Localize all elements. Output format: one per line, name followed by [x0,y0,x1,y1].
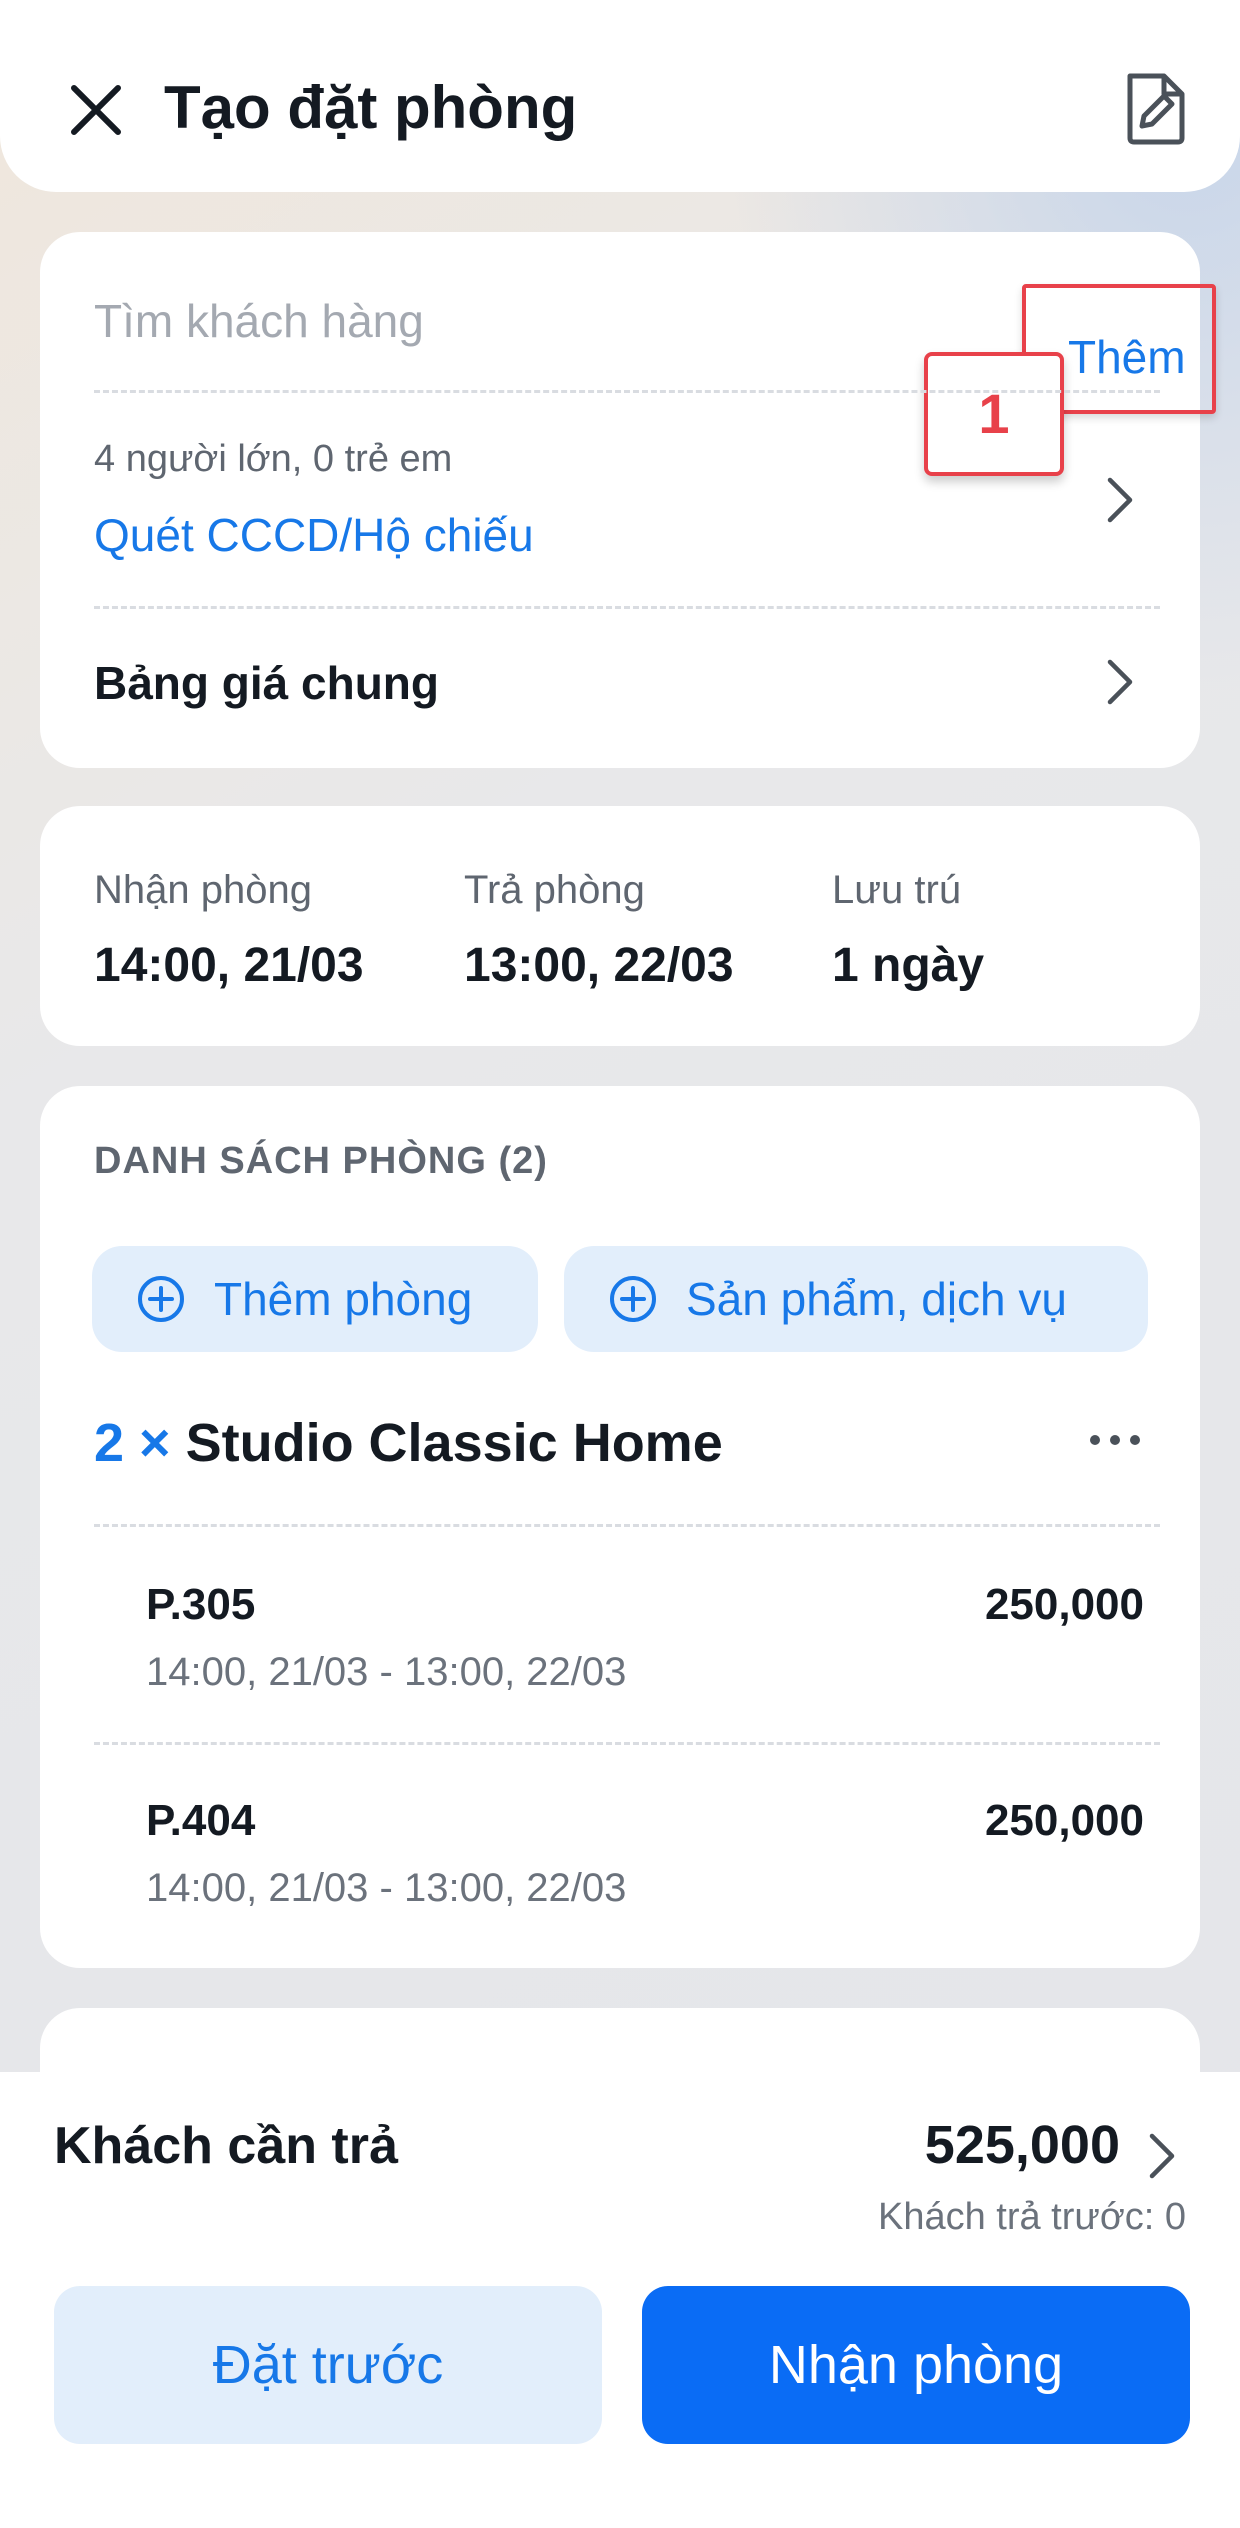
scan-id-link[interactable]: Quét CCCD/Hộ chiếu [94,508,534,562]
duration-block: Lưu trú 1 ngày [832,864,984,996]
plus-circle-icon [138,1276,184,1322]
room-item-price: 250,000 [984,1796,1144,1845]
stay-dates-card[interactable]: Nhận phòng 14:00, 21/03 Trả phòng 13:00,… [40,806,1200,1046]
divider [94,390,1160,393]
top-bar: Tạo đặt phòng [0,0,1240,192]
total-amount[interactable]: 525,000 [925,2114,1120,2176]
customer-search-input[interactable]: Tìm khách hàng [94,294,424,348]
page-title: Tạo đặt phòng [164,74,578,141]
edit-note-icon[interactable] [1120,70,1192,146]
guest-count: 4 người lớn, 0 trẻ em [94,438,453,480]
step-marker: 1 [924,352,1064,476]
checkin-label: Nhận phòng [94,868,312,912]
checkin-block: Nhận phòng 14:00, 21/03 [94,864,364,996]
add-customer-label: Thêm [1068,331,1186,383]
room-type-heading: 2 × Studio Classic Home [94,1412,723,1474]
checkout-value: 13:00, 22/03 [464,939,734,992]
section-title: DANH SÁCH PHÒNG (2) [94,1140,548,1182]
prepaid-amount: Khách trả trước: 0 [877,2196,1186,2238]
checkout-label: Trả phòng [464,868,645,912]
divider [94,1524,1160,1527]
room-list-card: DANH SÁCH PHÒNG (2) Thêm phòng Sản phẩm,… [40,1086,1200,1968]
room-item-price: 250,000 [984,1580,1144,1629]
customer-card: Tìm khách hàng Thêm 1 4 người lớn, 0 trẻ… [40,232,1216,768]
room-item-time: 14:00, 21/03 - 13:00, 22/03 [146,1650,627,1694]
room-item-name[interactable]: P.305 [146,1580,255,1630]
room-type-name: Studio Classic Home [185,1413,723,1473]
duration-value: 1 ngày [832,939,985,992]
more-options-icon[interactable] [1080,1420,1150,1460]
total-label: Khách cần trả [54,2117,398,2175]
close-icon[interactable] [60,74,132,146]
chevron-right-icon[interactable] [1142,2128,1182,2184]
plus-circle-icon [610,1276,656,1322]
room-type-quantity: 2 × [94,1413,171,1473]
checkin-value: 14:00, 21/03 [94,939,364,992]
checkout-footer: Khách cần trả 525,000 Khách trả trước: 0… [0,2072,1240,2528]
reserve-button[interactable]: Đặt trước [54,2286,602,2444]
price-list-selector[interactable]: Bảng giá chung [94,656,439,710]
add-room-button[interactable]: Thêm phòng [92,1246,538,1352]
room-item-time: 14:00, 21/03 - 13:00, 22/03 [146,1866,627,1910]
room-item-name[interactable]: P.404 [146,1796,255,1846]
checkin-button[interactable]: Nhận phòng [642,2286,1190,2444]
add-service-button[interactable]: Sản phẩm, dịch vụ [564,1246,1148,1352]
add-service-label: Sản phẩm, dịch vụ [686,1273,1068,1325]
duration-label: Lưu trú [832,868,962,912]
chevron-right-icon[interactable] [1100,472,1140,528]
chevron-right-icon[interactable] [1100,654,1140,710]
checkout-block: Trả phòng 13:00, 22/03 [464,864,734,996]
divider [94,1742,1160,1745]
add-room-label: Thêm phòng [214,1273,473,1325]
divider [94,606,1160,609]
